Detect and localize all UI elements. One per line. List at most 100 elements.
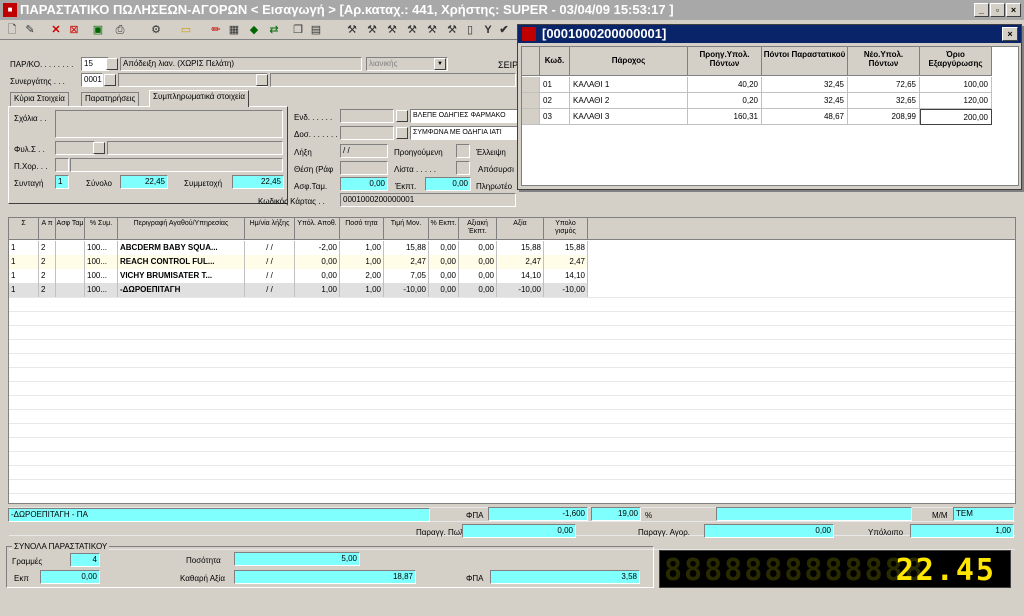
grid-cell[interactable]: 0,00 <box>459 269 497 283</box>
points-cell[interactable]: 02 <box>540 93 570 109</box>
grid-cell[interactable]: 0,00 <box>429 283 459 297</box>
footer-fpa-field[interactable]: -1,600 <box>488 507 588 521</box>
grid-cell[interactable]: 1,00 <box>295 283 340 297</box>
points-cell[interactable]: 120,00 <box>920 93 992 109</box>
grid-cell[interactable]: 7,05 <box>384 269 429 283</box>
points-cell[interactable]: 72,65 <box>848 77 920 93</box>
print-icon[interactable]: ⎙ <box>112 22 128 38</box>
points-cell[interactable]: 160,31 <box>688 109 762 125</box>
fyl-field[interactable] <box>55 141 95 155</box>
grid-cell[interactable]: 1,00 <box>340 241 384 255</box>
grid-cell[interactable]: / / <box>245 283 295 297</box>
grid-cell[interactable] <box>56 269 85 283</box>
grid-cell[interactable]: 1,00 <box>340 283 384 297</box>
edit-icon[interactable]: ✏ <box>208 22 224 38</box>
grid-cell[interactable]: 15,88 <box>544 241 588 255</box>
col-calc[interactable]: Υπολο γισμός <box>544 218 588 240</box>
grid-cell[interactable]: 15,88 <box>497 241 544 255</box>
points-row[interactable]: 02 ΚΑΛΑΘΙ 2 0,20 32,45 32,65 120,00 <box>522 93 1018 109</box>
pxor-field[interactable] <box>70 158 283 172</box>
grid-cell[interactable]: 2,47 <box>544 255 588 269</box>
grid-cell[interactable]: 2 <box>39 255 56 269</box>
row-selector[interactable] <box>522 77 540 93</box>
card-field[interactable]: 0001000200000001 <box>340 193 516 207</box>
sxolia-field[interactable] <box>55 110 283 138</box>
hammer-icon[interactable]: ⚒ <box>364 22 380 38</box>
points-cell[interactable]: 01 <box>540 77 570 93</box>
popup-col-provider[interactable]: Πάροχος <box>570 47 688 76</box>
table-row[interactable]: 1 2 100... VICHY BRUMISATER T... / /0,00 2,00… <box>9 269 588 283</box>
grid-cell[interactable]: 0,00 <box>459 241 497 255</box>
grid-cell[interactable]: 100... <box>85 269 118 283</box>
col-asf[interactable]: Ασφ Ταμ <box>56 218 85 240</box>
open-icon[interactable]: ✎ <box>22 22 38 38</box>
grid-cell[interactable]: / / <box>245 269 295 283</box>
tab-supplementary[interactable]: Συμπληρωματικά στοιχεία <box>149 90 249 107</box>
grid-cell[interactable]: 1,00 <box>340 255 384 269</box>
par-code-field[interactable]: 15 <box>81 57 109 71</box>
mm-field[interactable]: TEM <box>953 507 1014 521</box>
grid-cell[interactable]: -2,00 <box>295 241 340 255</box>
document-icon[interactable]: ▯ <box>462 22 478 38</box>
col-stock[interactable]: Υπόλ. Αποθ. <box>295 218 340 240</box>
row-selector[interactable] <box>522 109 540 125</box>
table-row[interactable]: 1 2 100... ABCDERM BABY SQUA... / / -2,00 1,00… <box>9 241 588 255</box>
grid-cell[interactable]: 2 <box>39 283 56 297</box>
grid-cell[interactable]: -10,00 <box>497 283 544 297</box>
col-value[interactable]: Αξία <box>497 218 544 240</box>
points-cell[interactable]: 32,45 <box>762 93 848 109</box>
grid-cell[interactable]: -10,00 <box>544 283 588 297</box>
grid-cell[interactable] <box>56 241 85 255</box>
grid-cell[interactable]: 2 <box>39 269 56 283</box>
col-date[interactable]: Ημ/νία λήξης <box>245 218 295 240</box>
minimize-button[interactable]: _ <box>974 3 989 17</box>
grid-cell[interactable]: VICHY BRUMISATER T... <box>118 269 245 283</box>
calc-icon[interactable]: ▦ <box>226 22 242 38</box>
grid-cell[interactable]: 14,10 <box>497 269 544 283</box>
check-icon[interactable]: ✔ <box>496 22 512 38</box>
col-ap[interactable]: Α π <box>39 218 56 240</box>
points-cell[interactable]: ΚΑΛΑΘΙ 3 <box>570 109 688 125</box>
parag-agor-field[interactable]: 0,00 <box>704 524 834 538</box>
symmetoxi-field[interactable]: 22,45 <box>232 175 284 189</box>
table-row[interactable]: 1 2 100... REACH CONTROL FUL... / /0,00 1,00 2… <box>9 255 588 269</box>
table-row[interactable]: 1 2 100... -ΔΩΡΟΕΠΙΤΑΓΗ / /1,00 1,00 -10,00 0,0… <box>9 283 588 297</box>
grid-cell[interactable]: -10,00 <box>384 283 429 297</box>
ekpt-field[interactable]: 0,00 <box>425 177 471 191</box>
dos-text-field[interactable]: ΣΥΜΦΩΝΑ ΜΕ ΟΔΗΓΙΑ ΙΑΤΙ <box>410 126 518 140</box>
folder-icon[interactable]: ▭ <box>178 22 194 38</box>
money-icon[interactable]: ◆ <box>246 22 262 38</box>
hammer-icon[interactable]: ⚒ <box>384 22 400 38</box>
hammer-icon[interactable]: ⚒ <box>344 22 360 38</box>
syntagi-field[interactable]: 1 <box>55 175 69 189</box>
footer-extra-field[interactable] <box>716 507 912 521</box>
tab-main[interactable]: Κύρια Στοιχεία <box>10 92 69 106</box>
calc2-icon[interactable]: ▤ <box>308 22 324 38</box>
dos-code-field[interactable] <box>340 126 394 140</box>
thesi-field[interactable] <box>340 161 388 175</box>
parag-pol-field[interactable]: 0,00 <box>462 524 576 538</box>
col-desc[interactable]: Περιγραφή Αγαθού/Υπηρεσίας <box>118 218 245 240</box>
popup-col-doc[interactable]: Πόντοι Παραστατικού <box>762 47 848 76</box>
lixi-field[interactable]: / / <box>340 144 388 158</box>
end-lookup-button[interactable] <box>396 110 408 122</box>
popup-col-code[interactable]: Κωδ. <box>540 47 570 76</box>
copy-icon[interactable]: ❐ <box>290 22 306 38</box>
points-row[interactable]: 01 ΚΑΛΑΘΙ 1 40,20 32,45 72,65 100,00 <box>522 77 1018 93</box>
col-disc[interactable]: % Εκπτ. <box>429 218 459 240</box>
row-selector[interactable] <box>522 93 540 109</box>
grid-cell[interactable]: 0,00 <box>429 255 459 269</box>
grid-cell[interactable]: 2,00 <box>340 269 384 283</box>
restore-button[interactable]: ▫ <box>990 3 1005 17</box>
points-cell[interactable]: 40,20 <box>688 77 762 93</box>
hammer-icon[interactable]: ⚒ <box>444 22 460 38</box>
new-icon[interactable]: 🗋 <box>4 22 20 38</box>
popup-col-limit[interactable]: Όριο Εξαργύρωσης <box>920 47 992 76</box>
par-lookup-button[interactable] <box>106 58 118 70</box>
points-cell[interactable]: 48,67 <box>762 109 848 125</box>
grid-cell[interactable]: 0,00 <box>295 255 340 269</box>
grid-cell[interactable]: 2,47 <box>497 255 544 269</box>
popup-col-new[interactable]: Νέο.Υπολ. Πόντων <box>848 47 920 76</box>
grid-cell[interactable]: 0,00 <box>459 283 497 297</box>
tools-icon[interactable]: ⚙ <box>148 22 164 38</box>
